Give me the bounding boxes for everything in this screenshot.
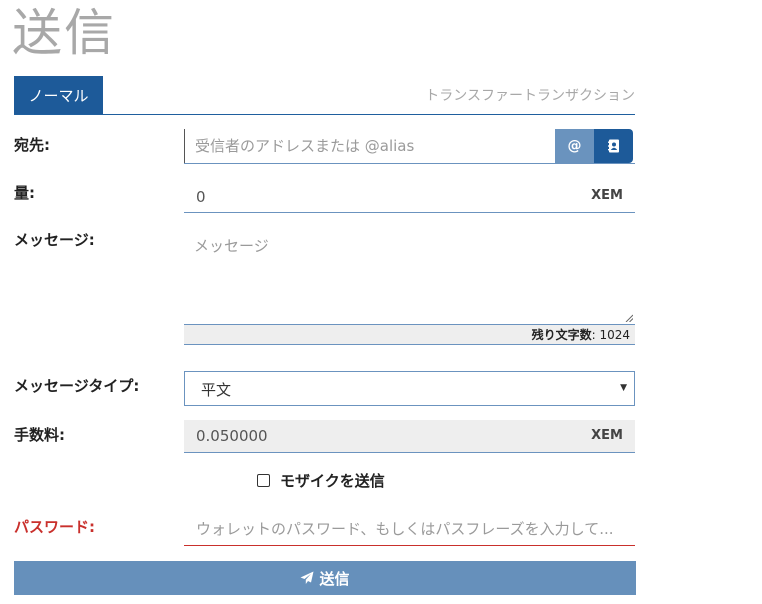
contacts-button[interactable] [594,129,633,163]
fee-unit: XEM [591,428,623,443]
transaction-type-label: トランスファートランザクション [425,88,635,104]
amount-value[interactable]: 0 [196,188,206,206]
message-type-select[interactable]: 平文 ▼ [184,371,635,406]
recipient-field: @ [184,129,635,164]
chars-remaining-value: : 1024 [591,328,630,342]
send-mosaic-checkbox[interactable] [257,474,270,487]
password-field [184,512,635,546]
chars-remaining-label: 残り文字数 [531,328,592,342]
amount-label: 量: [14,184,35,202]
paper-plane-icon [300,571,314,584]
amount-unit: XEM [591,188,623,203]
tab-normal[interactable]: ノーマル [14,76,103,114]
message-textarea[interactable] [184,227,635,324]
alias-button[interactable]: @ [555,129,594,163]
message-label: メッセージ: [14,231,95,249]
password-input[interactable] [184,512,635,545]
amount-field[interactable]: 0 XEM [184,182,635,213]
fee-field: 0.050000 XEM [184,420,635,453]
send-mosaic-toggle[interactable]: モザイクを送信 [257,470,385,491]
send-button[interactable]: 送信 [14,561,636,595]
page-title: 送信 [12,4,116,62]
recipient-input[interactable] [184,129,555,163]
message-type-label: メッセージタイプ: [14,377,140,395]
message-type-value: 平文 [201,381,232,399]
send-button-label: 送信 [319,570,350,588]
recipient-label: 宛先: [14,136,50,154]
tab-bar: ノーマル トランスファートランザクション [14,76,635,115]
message-field [184,227,635,325]
resize-grip-icon[interactable] [625,314,633,322]
address-book-icon [607,139,619,153]
password-label: パスワード: [14,518,95,536]
fee-label: 手数料: [14,426,65,444]
send-mosaic-label: モザイクを送信 [280,472,385,490]
fee-value: 0.050000 [196,427,268,445]
caret-down-icon: ▼ [620,383,627,393]
chars-remaining: 残り文字数: 1024 [184,325,635,345]
